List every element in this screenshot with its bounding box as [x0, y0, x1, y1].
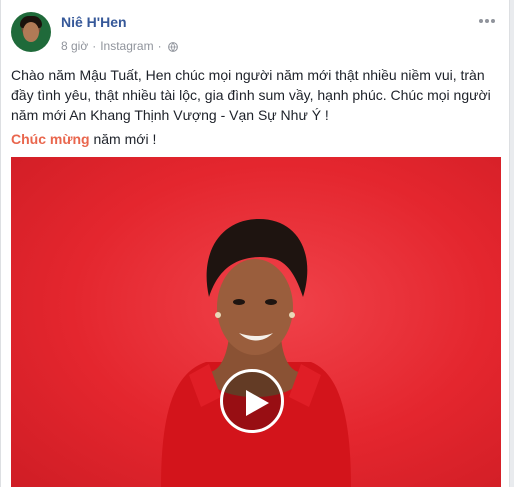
post-meta: 8 giờ · Instagram ·	[61, 39, 178, 53]
post-source[interactable]: Instagram	[100, 39, 153, 53]
more-options-icon[interactable]	[477, 14, 497, 28]
more-dot	[479, 19, 483, 23]
post-greeting: Chúc mừng năm mới !	[11, 129, 156, 149]
author-avatar[interactable]	[11, 12, 51, 52]
post-body: Chào năm Mậu Tuất, Hen chúc mọi người nă…	[11, 67, 491, 123]
post-header: Niê H'Hen 8 giờ · Instagram ·	[11, 12, 497, 56]
more-dot	[491, 19, 495, 23]
meta-separator-2: ·	[157, 39, 162, 53]
facebook-post: Niê H'Hen 8 giờ · Instagram · Chào năm M…	[0, 0, 510, 487]
post-video[interactable]	[11, 157, 501, 487]
post-time[interactable]: 8 giờ	[61, 39, 88, 53]
play-icon[interactable]	[220, 369, 284, 433]
video-thumbnail-illustration	[161, 219, 351, 487]
avatar-face	[23, 22, 39, 42]
greeting-highlight[interactable]: Chúc mừng	[11, 131, 90, 147]
greeting-rest: năm mới !	[89, 131, 157, 147]
author-name[interactable]: Niê H'Hen	[61, 14, 127, 30]
meta-separator: ·	[92, 39, 97, 53]
more-dot	[485, 19, 489, 23]
globe-icon[interactable]	[167, 41, 178, 52]
